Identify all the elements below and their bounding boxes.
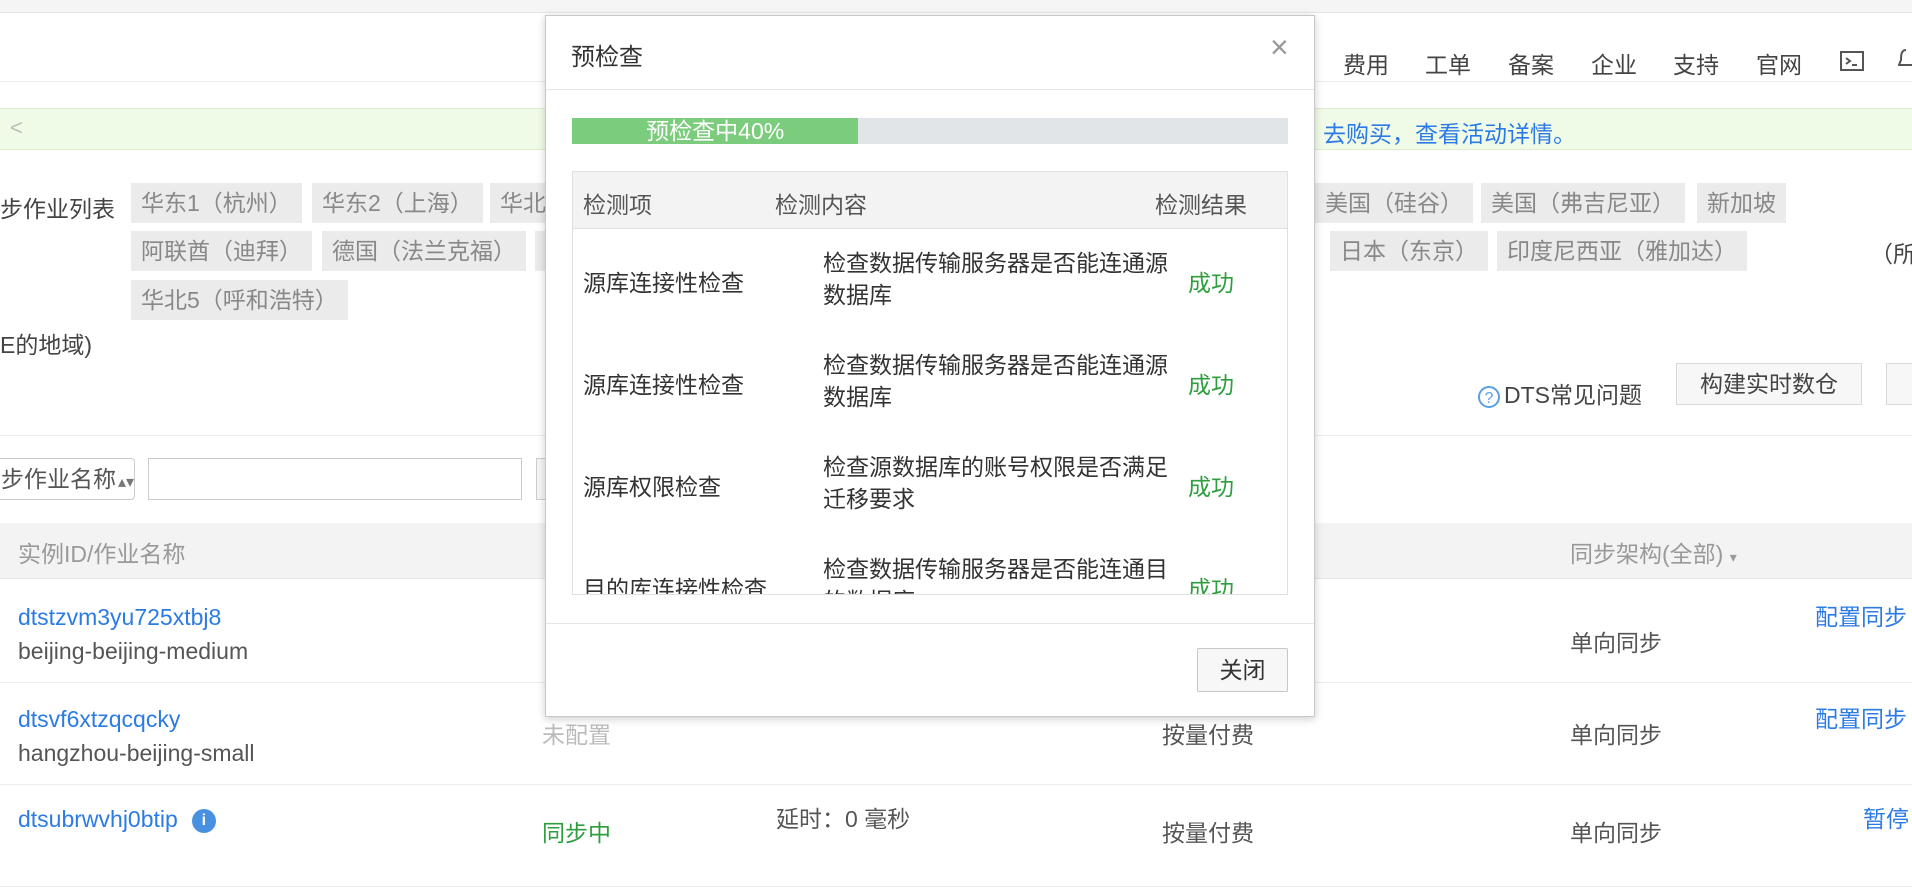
check-content: 检查数据传输服务器是否能连通源数据库 xyxy=(823,352,1168,410)
check-item: 目的库连接性检查 xyxy=(583,576,767,595)
precheck-row: 源库连接性检查 检查数据传输服务器是否能连通源数据库 成功 xyxy=(573,229,1287,332)
modal-footer-divider xyxy=(546,623,1314,624)
check-result: 成功 xyxy=(1188,270,1234,296)
check-result: 成功 xyxy=(1188,474,1234,500)
check-item: 源库连接性检查 xyxy=(583,270,744,296)
check-item: 源库权限检查 xyxy=(583,474,721,500)
check-content: 检查源数据库的账号权限是否满足迁移要求 xyxy=(823,454,1168,512)
precheck-row: 目的库连接性检查 检查数据传输服务器是否能连通目的数据库 成功 xyxy=(573,535,1287,595)
check-result: 成功 xyxy=(1188,576,1234,595)
close-button[interactable]: 关闭 xyxy=(1197,648,1288,692)
check-content: 检查数据传输服务器是否能连通目的数据库 xyxy=(823,556,1168,594)
precheck-progress-bar: 预检查中40% xyxy=(572,118,1288,144)
col-check-content: 检测内容 xyxy=(775,192,867,218)
precheck-modal: 预检查 × 预检查中40% 检测项 检测内容 检测结果 源库连接性检查 检查数据… xyxy=(545,15,1315,717)
col-check-item: 检测项 xyxy=(583,192,652,218)
modal-title: 预检查 xyxy=(571,44,643,71)
check-content: 检查数据传输服务器是否能连通源数据库 xyxy=(823,250,1168,308)
precheck-table: 检测项 检测内容 检测结果 源库连接性检查 检查数据传输服务器是否能连通源数据库… xyxy=(572,171,1288,595)
close-icon[interactable]: × xyxy=(1270,29,1289,65)
check-result: 成功 xyxy=(1188,372,1234,398)
precheck-row: 源库权限检查 检查源数据库的账号权限是否满足迁移要求 成功 xyxy=(573,433,1287,536)
progress-fill: 预检查中40% xyxy=(572,118,859,144)
check-item: 源库连接性检查 xyxy=(583,372,744,398)
modal-header: 预检查 × xyxy=(546,16,1314,90)
precheck-table-header: 检测项 检测内容 检测结果 xyxy=(573,172,1287,229)
precheck-row: 源库连接性检查 检查数据传输服务器是否能连通源数据库 成功 xyxy=(573,331,1287,434)
col-check-result: 检测结果 xyxy=(1155,192,1247,218)
progress-text: 预检查中40% xyxy=(646,118,785,144)
